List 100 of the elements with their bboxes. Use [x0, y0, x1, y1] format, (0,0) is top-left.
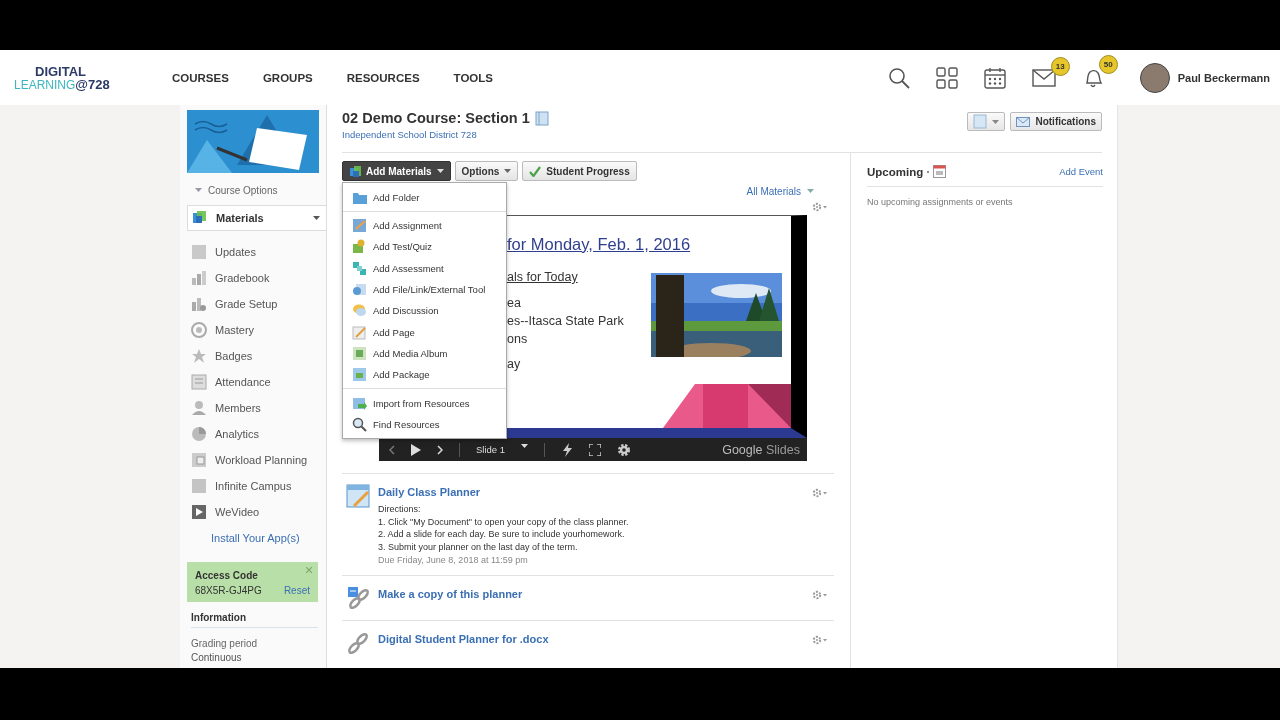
nav-link[interactable]: COURSES: [172, 71, 229, 84]
sidebar-item[interactable]: Materials: [187, 205, 327, 231]
caret-icon: [521, 444, 529, 448]
user-name[interactable]: Paul Beckermann: [1177, 71, 1270, 84]
info-label: Grading period: [191, 638, 259, 649]
gear-icon[interactable]: [812, 590, 828, 600]
caret-icon: [313, 216, 320, 220]
description-text: 1. Click "My Document" to open your copy of the class planner.: [378, 515, 630, 528]
course-options-link[interactable]: Course Options: [208, 184, 278, 196]
count-badge: 50: [1098, 54, 1118, 74]
target-icon: [191, 322, 207, 338]
sidebar-item[interactable]: WeVideo: [187, 499, 326, 525]
menu-item[interactable]: Add Test/Quiz: [343, 236, 506, 258]
section-heading: Upcoming: [867, 165, 924, 178]
logo[interactable]: DIGITAL LEARNING@728: [14, 64, 124, 91]
school-link[interactable]: Independent School District 728: [342, 129, 549, 140]
slide-text: ea: [507, 295, 522, 312]
fullscreen-icon[interactable]: [589, 443, 602, 456]
gear-icon[interactable]: [812, 488, 828, 498]
mail-icon: [1016, 116, 1031, 127]
due-date: Due Friday, June 8, 2018 at 11:59 pm: [378, 555, 529, 565]
album-icon: [352, 345, 367, 361]
previous-icon[interactable]: [389, 444, 395, 455]
sidebar-item[interactable]: Mastery: [187, 317, 326, 343]
link-icon: [352, 282, 367, 298]
sidebar-item[interactable]: Updates: [187, 239, 326, 265]
slide-subtitle: als for Today: [507, 270, 579, 284]
list-icon: [191, 374, 207, 390]
material-title-link[interactable]: Make a copy of this planner: [378, 588, 804, 600]
student-progress-button[interactable]: Student Progress: [522, 161, 637, 181]
notifications-button[interactable]: Notifications: [1010, 112, 1102, 131]
nav-link[interactable]: RESOURCES: [346, 71, 420, 84]
import-icon: [352, 395, 367, 411]
add-materials-button[interactable]: Add Materials: [342, 161, 451, 181]
star-icon: [191, 348, 207, 364]
check-icon: [529, 165, 542, 177]
nav-link[interactable]: TOOLS: [453, 71, 493, 84]
menu-item[interactable]: Add Media Album: [343, 342, 506, 365]
menu-item[interactable]: Add File/Link/External Tool: [343, 278, 506, 301]
next-icon[interactable]: [437, 444, 443, 455]
access-code-label: Access Code: [195, 570, 259, 581]
material-title-link[interactable]: Daily Class Planner: [378, 486, 804, 498]
assessment-icon: [352, 260, 367, 276]
slide-selector[interactable]: Slide 1: [476, 444, 529, 455]
section-heading: Information: [191, 612, 318, 628]
link-icon: [346, 586, 370, 610]
speech-bubble-icon: [352, 303, 367, 319]
view-toggle-button[interactable]: [967, 112, 1006, 131]
caret-icon: [436, 169, 444, 173]
search-icon: [352, 416, 367, 432]
menu-item[interactable]: Find Resources: [343, 413, 506, 435]
sidebar-item[interactable]: Analytics: [187, 421, 326, 447]
search-icon[interactable]: [887, 66, 910, 89]
assignment-icon: [352, 218, 367, 234]
caret-icon: [807, 189, 814, 193]
sidebar-item[interactable]: Members: [187, 395, 326, 421]
install-link[interactable]: Install Your App(s): [187, 525, 326, 550]
nav-link[interactable]: GROUPS: [262, 71, 313, 84]
grid-icon[interactable]: [935, 66, 958, 89]
package-icon: [352, 367, 367, 383]
menu-item[interactable]: Import from Resources: [343, 392, 506, 414]
pie-chart-icon: [191, 426, 207, 442]
reset-link[interactable]: Reset: [283, 585, 310, 596]
menu-item[interactable]: Add Package: [343, 364, 506, 386]
avatar[interactable]: [1139, 62, 1170, 93]
link-icon: [346, 631, 370, 655]
menu-item[interactable]: Add Discussion: [343, 300, 506, 322]
materials-icon: [192, 210, 208, 226]
bar-chart-icon: [191, 270, 207, 286]
notebook-icon: [534, 110, 549, 126]
sidebar-item[interactable]: Workload Planning: [187, 447, 326, 473]
assignment-icon: [346, 484, 370, 508]
mail-icon[interactable]: [1031, 68, 1056, 87]
menu-item[interactable]: Add Assignment: [343, 215, 506, 237]
menu-item[interactable]: Add Page: [343, 321, 506, 343]
menu-item[interactable]: Add Folder: [343, 186, 506, 208]
gear-icon[interactable]: [812, 202, 828, 212]
sidebar-item[interactable]: Grade Setup: [187, 291, 326, 317]
sidebar-item[interactable]: Attendance: [187, 369, 326, 395]
calendar-icon: [933, 165, 947, 178]
sidebar-item[interactable]: Infinite Campus: [187, 473, 326, 499]
material-title-link[interactable]: Digital Student Planner for .docx: [378, 633, 804, 645]
gear-icon[interactable]: [812, 635, 828, 645]
lightning-icon[interactable]: [561, 442, 574, 457]
add-event-link[interactable]: Add Event: [1059, 166, 1103, 177]
calendar-icon[interactable]: [983, 66, 1006, 89]
info-value: Continuous: [191, 652, 243, 663]
caret-icon: [504, 169, 512, 173]
sidebar-item[interactable]: Gradebook: [187, 265, 326, 291]
menu-item[interactable]: Add Assessment: [343, 257, 506, 279]
materials-icon: [349, 165, 361, 177]
slide-text: ay: [507, 357, 522, 371]
options-button[interactable]: Options: [454, 161, 519, 181]
description-text: Directions:: [378, 503, 422, 516]
caret-icon: [992, 119, 1000, 124]
person-icon: [191, 400, 207, 416]
description-text: 2. Add a slide for each day. Be sure to include yourhomework.: [378, 528, 626, 541]
settings-icon[interactable]: [617, 442, 632, 457]
play-icon[interactable]: [411, 443, 421, 456]
sidebar-item[interactable]: Badges: [187, 343, 326, 369]
